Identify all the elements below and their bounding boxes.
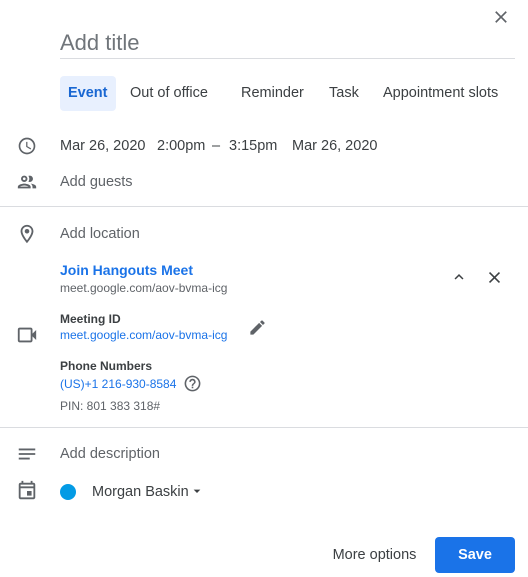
- phone-numbers-label: Phone Numbers: [60, 359, 153, 373]
- start-time[interactable]: 2:00pm: [157, 138, 205, 154]
- start-date[interactable]: Mar 26, 2020: [60, 138, 145, 154]
- video-camera-icon: [16, 324, 38, 346]
- dropdown-arrow-icon[interactable]: [189, 483, 205, 499]
- add-guests-input[interactable]: Add guests: [60, 174, 133, 190]
- time-separator: –: [212, 138, 221, 154]
- meeting-id-link[interactable]: meet.google.com/aov-bvma-icg: [60, 328, 227, 342]
- calendar-owner-select[interactable]: Morgan Baskin: [92, 484, 189, 500]
- add-description-input[interactable]: Add description: [60, 446, 160, 462]
- add-location-input[interactable]: Add location: [60, 226, 140, 242]
- calendar-icon: [16, 480, 38, 502]
- pin-text: PIN: 801 383 318#: [60, 399, 161, 413]
- save-button[interactable]: Save: [435, 537, 515, 573]
- title-input[interactable]: [60, 28, 515, 59]
- divider: [0, 427, 528, 428]
- people-icon: [16, 171, 38, 193]
- end-date[interactable]: Mar 26, 2020: [292, 138, 377, 154]
- description-lines-icon: [16, 443, 38, 465]
- more-options-button[interactable]: More options: [319, 537, 430, 573]
- tab-appointment-slots[interactable]: Appointment slots: [383, 76, 498, 111]
- meeting-id-label: Meeting ID: [60, 312, 121, 326]
- pencil-icon[interactable]: [248, 318, 267, 337]
- calendar-color-dot: [60, 484, 76, 500]
- close-icon[interactable]: [491, 7, 511, 27]
- remove-conference-close-icon[interactable]: [485, 268, 504, 287]
- chevron-up-icon[interactable]: [450, 268, 468, 286]
- tab-reminder[interactable]: Reminder: [241, 76, 304, 111]
- help-circle-icon[interactable]: [183, 374, 202, 393]
- tab-event[interactable]: Event: [60, 76, 116, 111]
- end-time[interactable]: 3:15pm: [229, 138, 277, 154]
- join-url: meet.google.com/aov-bvma-icg: [60, 281, 228, 295]
- clock-icon: [17, 136, 37, 156]
- location-pin-icon: [16, 223, 38, 245]
- phone-number-link[interactable]: (US)+1 216-930-8584: [60, 377, 176, 391]
- tab-out-of-office[interactable]: Out of office: [130, 76, 208, 111]
- join-hangouts-link[interactable]: Join Hangouts Meet: [60, 262, 193, 278]
- divider: [0, 206, 528, 207]
- tab-task[interactable]: Task: [329, 76, 359, 111]
